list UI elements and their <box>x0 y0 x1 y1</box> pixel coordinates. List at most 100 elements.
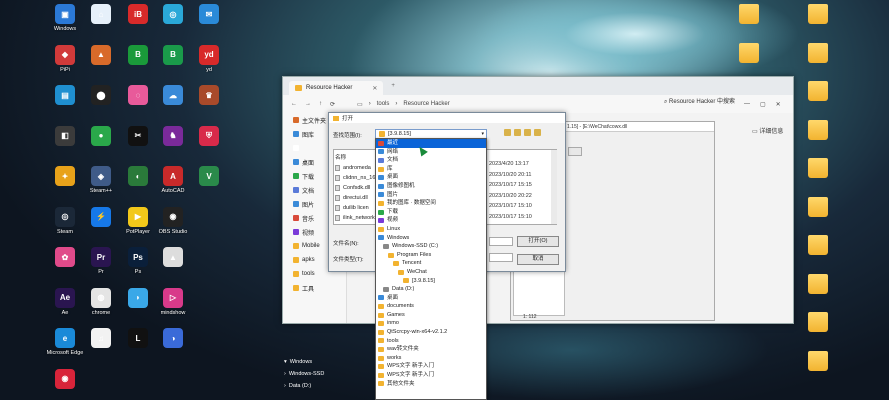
dropdown-item[interactable]: Data (D:) <box>376 285 486 294</box>
file-row[interactable]: clidnn_ns_16 <box>335 173 375 183</box>
desktop-icon[interactable]: ⚡ <box>80 205 122 245</box>
back-icon[interactable]: ← <box>291 101 297 107</box>
file-row[interactable]: directui.dll <box>335 193 375 203</box>
file-row[interactable]: Confsdk.dll <box>335 183 375 193</box>
dropdown-item[interactable]: 文档 <box>376 156 486 165</box>
desktop-icon[interactable]: Pr Pr <box>80 245 122 285</box>
desktop-folder[interactable] <box>797 2 839 42</box>
dropdown-item[interactable]: Tencent <box>376 259 486 268</box>
dropdown-item[interactable]: 库 <box>376 165 486 174</box>
desktop-icon[interactable]: ◑ <box>152 326 194 366</box>
desktop-folder[interactable] <box>797 156 839 196</box>
nav-tree-item[interactable]: ▾ Windows <box>284 356 324 368</box>
dropdown-item[interactable]: WeChat <box>376 268 486 277</box>
file-row[interactable]: ilink_network <box>335 213 375 223</box>
nav-tree-item[interactable]: › Data (D:) <box>284 380 324 392</box>
dropdown-item[interactable]: tools <box>376 337 486 346</box>
dropdown-item[interactable]: Windows-SSD (C:) <box>376 242 486 251</box>
dropdown-item[interactable]: documents <box>376 302 486 311</box>
dropdown-item[interactable]: WPS文字 新手入门 <box>376 362 486 371</box>
dropdown-item[interactable]: 图片 <box>376 191 486 200</box>
dropdown-item[interactable]: 图像修图机 <box>376 182 486 191</box>
dropdown-item[interactable]: WPS文字 新手入门 <box>376 371 486 380</box>
tab-resource-hacker[interactable]: Resource Hacker ✕ <box>289 81 384 95</box>
desktop-icon[interactable]: ⬤ <box>80 83 122 123</box>
refresh-icon[interactable]: ⟳ <box>330 101 335 108</box>
dropdown-item[interactable]: inmo <box>376 319 486 328</box>
name-column-header[interactable]: 名称 <box>335 153 346 161</box>
dropdown-item[interactable]: 桌面 <box>376 173 486 182</box>
open-button[interactable]: 打开(O) <box>517 236 559 247</box>
dropdown-item[interactable]: Windows <box>376 234 486 243</box>
filetype-select[interactable] <box>489 253 513 262</box>
dropdown-item[interactable]: works <box>376 354 486 363</box>
sidebar-item[interactable]: 工具 <box>283 281 346 295</box>
monitor-icon[interactable]: ▭ <box>357 101 363 108</box>
dropdown-item[interactable]: 网络 <box>376 148 486 157</box>
view-menu-icon[interactable] <box>534 129 541 136</box>
expand-icon[interactable]: ▾ <box>284 356 287 368</box>
desktop-folder[interactable] <box>797 195 839 235</box>
desktop-icon[interactable]: ▷ mindshow <box>152 286 194 326</box>
desktop-folder[interactable] <box>797 349 839 389</box>
file-row[interactable]: duilib licen <box>335 203 375 213</box>
search-box[interactable]: ⌕ Resource Hacker 中搜索 <box>664 96 735 106</box>
desktop-icon[interactable]: ◉ OBS Studio <box>152 205 194 245</box>
dropdown-item[interactable]: Linux <box>376 225 486 234</box>
details-button[interactable]: ▭ 详细信息 <box>752 126 783 135</box>
file-list-scrollbar[interactable] <box>551 150 557 224</box>
up-folder-icon[interactable] <box>514 129 521 136</box>
expand-icon[interactable]: › <box>284 368 286 380</box>
desktop-icon[interactable]: ▲ <box>152 245 194 285</box>
filename-input[interactable] <box>489 237 513 246</box>
dropdown-item[interactable]: 其他文件夹 <box>376 380 486 389</box>
chevron-down-icon[interactable]: ▾ <box>481 131 484 137</box>
minimize-icon[interactable]: — <box>744 101 750 108</box>
desktop-folder[interactable] <box>797 233 839 273</box>
compile-button[interactable] <box>568 147 582 156</box>
desktop-folder[interactable] <box>797 41 839 81</box>
dropdown-item[interactable]: 下载 <box>376 208 486 217</box>
desktop-icon[interactable]: ✉ <box>188 2 230 42</box>
dropdown-item[interactable]: 我的图库 · 数据空间 <box>376 199 486 208</box>
up-icon[interactable]: ↑ <box>319 101 322 107</box>
forward-icon[interactable]: → <box>305 101 311 107</box>
close-tab-icon[interactable]: ✕ <box>372 85 377 92</box>
nav-tree-item[interactable]: › Windows-SSD <box>284 368 324 380</box>
desktop-icon[interactable]: V <box>188 164 230 204</box>
desktop-icon[interactable]: ▲ <box>80 43 122 83</box>
breadcrumb-tools[interactable]: tools <box>377 101 390 107</box>
back-folder-icon[interactable] <box>504 129 511 136</box>
dropdown-item[interactable]: 最近 <box>376 139 486 148</box>
new-folder-icon[interactable] <box>524 129 531 136</box>
desktop-icon[interactable]: ♛ <box>188 83 230 123</box>
cancel-button[interactable]: 取消 <box>517 254 559 265</box>
close-icon[interactable]: ✕ <box>776 101 781 108</box>
lookin-dropdown-list[interactable]: 最近 网络 文档库桌面 图像修图机 图片 我的图库 · 数据空间 下载 视频 Linux Wind… <box>375 138 487 400</box>
desktop-icon[interactable]: ◍ chrome <box>80 286 122 326</box>
desktop-folder[interactable] <box>797 272 839 312</box>
dropdown-item[interactable]: Program Files <box>376 251 486 260</box>
desktop-folder[interactable] <box>797 79 839 119</box>
dropdown-item[interactable]: QtScrcpy-win-x64-v2.1.2 <box>376 328 486 337</box>
desktop-icon[interactable]: yd yd <box>188 43 230 83</box>
desktop-folder[interactable] <box>797 310 839 350</box>
dropdown-item[interactable]: wav转文件夹 <box>376 345 486 354</box>
desktop-icon[interactable]: ◈ Steam++ <box>80 164 122 204</box>
desktop-folder[interactable] <box>797 118 839 158</box>
file-row[interactable]: andromeda <box>335 163 375 173</box>
maximize-icon[interactable]: ▢ <box>760 101 766 108</box>
new-tab-button[interactable]: + <box>391 83 395 89</box>
expand-icon[interactable]: › <box>284 380 286 392</box>
desktop-icon[interactable]: ⛨ <box>188 124 230 164</box>
desktop-folder[interactable] <box>728 2 770 42</box>
desktop-folder[interactable] <box>728 41 770 81</box>
breadcrumb-resource-hacker[interactable]: Resource Hacker <box>403 101 449 107</box>
dropdown-item[interactable]: 视频 <box>376 216 486 225</box>
dropdown-item[interactable]: [3.9.8.15] <box>376 277 486 286</box>
desktop-icon[interactable]: ● <box>80 124 122 164</box>
dropdown-item[interactable]: 桌面 <box>376 294 486 303</box>
desktop-icon[interactable]: ◉ <box>44 367 86 400</box>
desktop-icon[interactable]: ⌂ <box>80 2 122 42</box>
desktop-icon[interactable]: ♫ <box>80 326 122 366</box>
